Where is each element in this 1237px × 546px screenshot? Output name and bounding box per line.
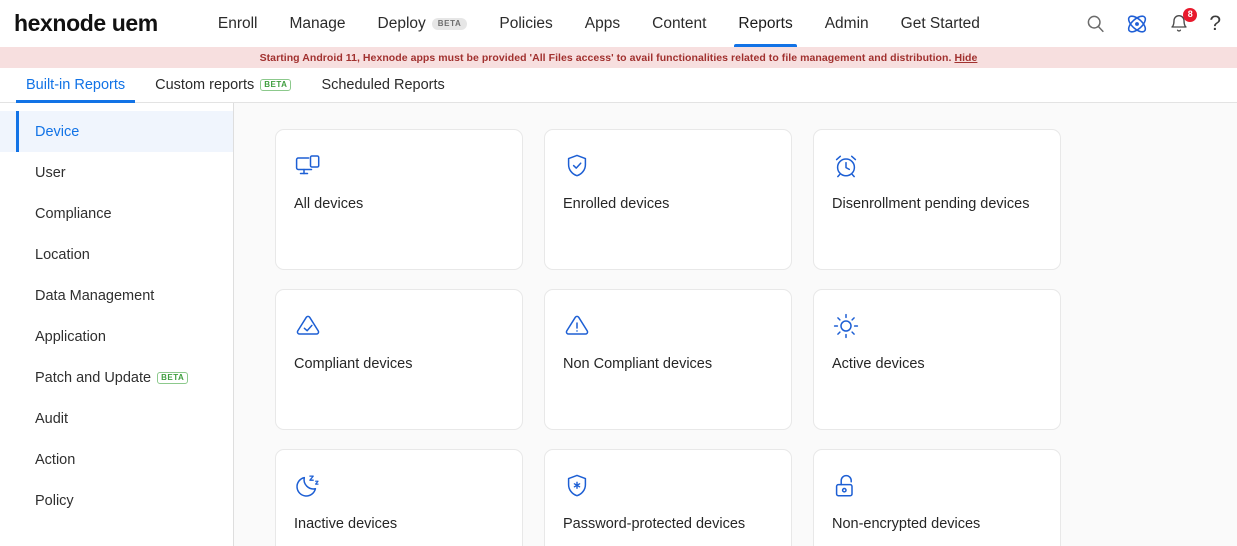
moon-sleep-icon [294,472,322,500]
sidebar-item-label: User [35,164,66,181]
nav-item-admin[interactable]: Admin [809,0,885,47]
report-card-compliant-devices[interactable]: Compliant devices [275,289,523,430]
sidebar-item-location[interactable]: Location [0,234,233,275]
top-nav-actions: 8 ? [1083,7,1225,36]
report-card-grid: All devices Enrolled devices Disenrollme… [275,129,1237,546]
sidebar-item-application[interactable]: Application [0,316,233,357]
alarm-clock-icon [832,152,860,180]
sidebar-item-label: Audit [35,410,69,427]
help-icon[interactable]: ? [1209,13,1221,34]
tab-label: Scheduled Reports [321,77,445,93]
report-card-label: Enrolled devices [563,196,670,212]
nav-item-label: Reports [738,14,793,32]
nav-item-label: Policies [499,14,553,32]
sun-icon [832,312,860,340]
nav-item-label: Manage [289,14,346,32]
triangle-check-icon [294,312,322,340]
sidebar-item-label: Device [35,123,80,140]
sidebar-item-label: Location [35,246,90,263]
report-card-label: All devices [294,196,364,212]
reports-category-sidebar: Device User Compliance Location Data Man… [0,103,234,546]
report-card-label: Password-protected devices [563,516,746,532]
top-navigation-bar: hexnode uem Enroll Manage Deploy BETA Po… [0,0,1237,47]
sidebar-item-label: Application [35,328,106,345]
beta-badge: BETA [260,79,292,91]
monitor-mobile-icon [294,152,322,180]
report-card-non-encrypted-devices[interactable]: Non-encrypted devices [813,449,1061,546]
beta-badge: BETA [157,371,189,384]
tab-label: Custom reports [155,77,255,93]
nav-item-reports[interactable]: Reports [722,0,808,47]
nav-item-enroll[interactable]: Enroll [202,0,274,47]
report-card-non-compliant-devices[interactable]: Non Compliant devices [544,289,792,430]
notification-count-badge: 8 [1183,7,1198,22]
sidebar-item-label: Patch and Update [35,369,152,386]
sidebar-item-label: Compliance [35,205,112,222]
report-card-label: Disenrollment pending devices [832,196,1030,212]
sidebar-item-label: Action [35,451,76,468]
report-card-label: Non Compliant devices [563,356,713,372]
nav-item-label: Deploy [377,14,426,32]
nav-item-deploy[interactable]: Deploy BETA [362,0,484,47]
nav-item-label: Enroll [217,14,258,32]
shield-check-icon [563,152,591,180]
banner-text: Starting Android 11, Hexnode apps must b… [259,51,952,64]
report-card-label: Inactive devices [294,516,398,532]
tab-built-in-reports[interactable]: Built-in Reports [16,68,136,103]
sidebar-item-policy[interactable]: Policy [0,480,233,521]
main-nav-links: Enroll Manage Deploy BETA Policies Apps … [202,0,996,47]
tab-custom-reports[interactable]: Custom reports BETA [145,68,301,102]
nav-item-label: Content [652,14,707,32]
nav-item-apps[interactable]: Apps [569,0,636,47]
sidebar-item-user[interactable]: User [0,152,233,193]
triangle-alert-icon [563,312,591,340]
tab-scheduled-reports[interactable]: Scheduled Reports [311,68,454,102]
tab-label: Built-in Reports [26,77,126,93]
sidebar-item-device[interactable]: Device [0,111,233,152]
nav-item-label: Admin [824,14,869,32]
nav-item-policies[interactable]: Policies [483,0,568,47]
report-card-active-devices[interactable]: Active devices [813,289,1061,430]
banner-hide-link[interactable]: Hide [954,52,977,64]
sidebar-item-action[interactable]: Action [0,439,233,480]
hexnode-atom-icon[interactable] [1125,12,1149,36]
report-card-label: Active devices [832,356,925,372]
search-icon[interactable] [1083,12,1107,36]
beta-badge: BETA [431,17,468,30]
nav-item-get-started[interactable]: Get Started [885,0,996,47]
reports-content-area: All devices Enrolled devices Disenrollme… [234,103,1237,546]
report-card-inactive-devices[interactable]: Inactive devices [275,449,523,546]
unlock-icon [832,472,860,500]
report-card-enrolled-devices[interactable]: Enrolled devices [544,129,792,270]
sidebar-item-audit[interactable]: Audit [0,398,233,439]
nav-item-manage[interactable]: Manage [274,0,362,47]
brand-logo[interactable]: hexnode uem [14,10,158,37]
report-card-password-protected-devices[interactable]: Password-protected devices [544,449,792,546]
page-body: Device User Compliance Location Data Man… [0,103,1237,546]
nav-item-content[interactable]: Content [636,0,722,47]
report-card-all-devices[interactable]: All devices [275,129,523,270]
hexnode-uem-app: hexnode uem Enroll Manage Deploy BETA Po… [0,0,1237,546]
nav-item-label: Apps [584,14,621,32]
sidebar-item-compliance[interactable]: Compliance [0,193,233,234]
shield-asterisk-icon [563,472,591,500]
sidebar-item-data-management[interactable]: Data Management [0,275,233,316]
report-card-label: Non-encrypted devices [832,516,981,532]
notification-bell-icon[interactable]: 8 [1167,7,1198,36]
sidebar-item-patch-and-update[interactable]: Patch and Update BETA [0,357,233,398]
android-files-access-banner: Starting Android 11, Hexnode apps must b… [0,47,1237,68]
sidebar-item-label: Data Management [35,287,155,304]
reports-subtab-bar: Built-in Reports Custom reports BETA Sch… [0,68,1237,103]
report-card-label: Compliant devices [294,356,413,372]
sidebar-item-label: Policy [35,492,74,509]
report-card-disenrollment-pending-devices[interactable]: Disenrollment pending devices [813,129,1061,270]
nav-item-label: Get Started [900,14,980,32]
